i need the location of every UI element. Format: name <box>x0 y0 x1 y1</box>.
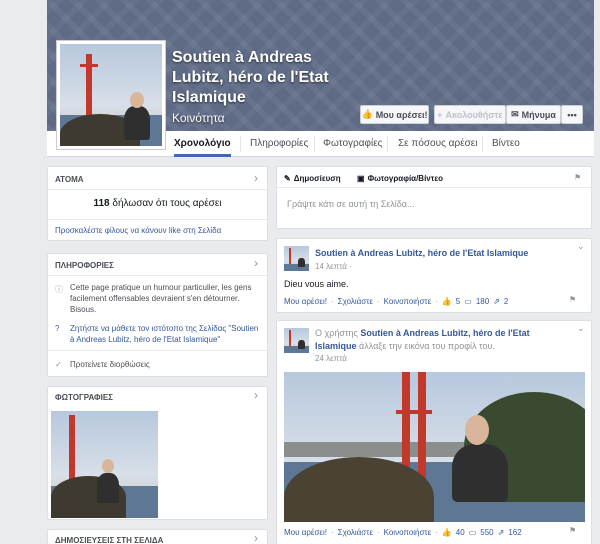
post-like-link[interactable]: Μου αρέσει! <box>284 528 327 537</box>
check-icon: ✓ <box>55 360 62 369</box>
post-comment-link[interactable]: Σχολιάστε <box>338 528 373 537</box>
chevron-right-icon[interactable]: › <box>254 256 258 270</box>
composer-card: ✎ Δημοσίευση ▣ Φωτογραφία/Βίντεο ⚑ Γράψτε … <box>276 166 592 229</box>
likes-count: 118 <box>93 198 110 209</box>
info-icon: ⓘ <box>55 285 63 294</box>
tab-timeline[interactable]: Χρονολόγιο <box>174 131 231 157</box>
post-header-text: Ο χρήστης Soutien à Andreas Lubitz, héro… <box>315 327 571 353</box>
likes-label: δήλωσαν ότι τους αρέσει <box>112 198 222 209</box>
tab-videos[interactable]: Βίντεο <box>492 131 520 157</box>
page-title: Soutien à Andreas Lubitz, héro de l'Etat… <box>172 49 329 106</box>
like-count[interactable]: 5 <box>456 297 460 306</box>
post-timestamp[interactable]: 24 λεπτά <box>315 354 347 363</box>
thumbs-up-icon: 👍 <box>441 528 452 537</box>
post-actions: Μου αρέσει! · Σχολιάστε · Κοινοποιήστε · 👍 4… <box>284 528 522 537</box>
post-card: Soutien à Andreas Lubitz, héro de l'Etat… <box>276 238 592 313</box>
photos-header: ΦΩΤΟΓΡΑΦΙΕΣ <box>55 393 113 402</box>
chevron-down-icon[interactable]: ⌄ <box>577 323 585 334</box>
invite-friends-link[interactable]: Προσκαλέστε φίλους να κάνουν like στη Σε… <box>55 226 221 235</box>
post-like-link[interactable]: Μου αρέσει! <box>284 297 327 306</box>
flag-icon[interactable]: ⚑ <box>569 295 576 304</box>
composer-input[interactable]: Γράψτε κάτι σε αυτή τη Σελίδα... <box>287 199 415 209</box>
comment-icon: ▭ <box>468 528 477 537</box>
globe-icon: · <box>348 262 352 271</box>
post-share-link[interactable]: Κοινοποιήστε <box>384 528 432 537</box>
chevron-right-icon[interactable]: › <box>254 388 258 402</box>
comment-count[interactable]: 550 <box>480 528 493 537</box>
chevron-right-icon[interactable]: › <box>254 531 258 544</box>
camera-icon: ▣ <box>357 174 365 183</box>
about-header: ΠΛΗΡΟΦΟΡΙΕΣ <box>55 261 114 270</box>
flag-icon[interactable]: ⚑ <box>574 173 581 182</box>
post-action-text: άλλαξε την εικόνα του προφίλ του. <box>359 341 495 351</box>
chevron-down-icon[interactable]: ⌄ <box>577 241 585 252</box>
post-photo[interactable] <box>284 372 585 522</box>
pencil-icon: ✎ <box>284 174 291 183</box>
share-icon: ⇗ <box>493 297 500 306</box>
flag-icon[interactable]: ⚑ <box>569 526 576 535</box>
follow-button[interactable]: + Ακολουθήστε <box>434 105 506 124</box>
page-posts-card: ΔΗΜΟΣΙΕΥΣΕΙΣ ΣΤΗ ΣΕΛΙΔΑ › <box>47 529 268 544</box>
suggest-edits-link[interactable]: Προτείνετε διορθώσεις <box>70 360 150 369</box>
page-category[interactable]: Κοινότητα <box>172 111 225 125</box>
people-header: ΑΤΟΜΑ <box>55 175 84 184</box>
ask-website-link[interactable]: Ζητήστε να μάθετε τον ιστότοπο της Σελίδ… <box>70 323 263 345</box>
page-posts-header: ΔΗΜΟΣΙΕΥΣΕΙΣ ΣΤΗ ΣΕΛΙΔΑ <box>55 536 164 544</box>
like-count[interactable]: 40 <box>456 528 465 537</box>
post-comment-link[interactable]: Σχολιάστε <box>338 297 373 306</box>
more-button[interactable]: ••• <box>561 105 583 124</box>
message-button[interactable]: ✉ Μήνυμα <box>506 105 561 124</box>
post-avatar[interactable] <box>284 328 309 353</box>
plus-icon: + <box>437 109 443 120</box>
thumbs-up-icon: 👍 <box>361 109 373 119</box>
chevron-right-icon[interactable]: › <box>254 171 258 185</box>
tab-likes[interactable]: Σε πόσους αρέσει <box>398 131 477 157</box>
profile-picture[interactable] <box>56 40 166 150</box>
post-author[interactable]: Soutien à Andreas Lubitz, héro de l'Etat… <box>315 248 528 258</box>
tab-divider <box>387 136 388 152</box>
post-share-link[interactable]: Κοινοποιήστε <box>384 297 432 306</box>
tab-divider <box>482 136 483 152</box>
post-prefix: Ο χρήστης <box>315 328 358 338</box>
comment-icon: ▭ <box>464 297 472 306</box>
tab-about[interactable]: Πληροφορίες <box>250 131 308 157</box>
thumbs-up-icon: 👍 <box>441 297 452 306</box>
post-actions: Μου αρέσει! · Σχολιάστε · Κοινοποιήστε · 👍 5… <box>284 297 509 306</box>
post-timestamp[interactable]: 14 λεπτά · <box>315 262 352 271</box>
likes-summary: 118 δήλωσαν ότι τους αρέσει <box>48 198 267 209</box>
share-count[interactable]: 162 <box>508 528 521 537</box>
share-count[interactable]: 2 <box>504 297 508 306</box>
tab-photos[interactable]: Φωτογραφίες <box>323 131 382 157</box>
tab-divider <box>240 136 241 152</box>
comment-count[interactable]: 180 <box>476 297 489 306</box>
tab-divider <box>314 136 315 152</box>
post-avatar[interactable] <box>284 246 309 271</box>
question-icon: ? <box>55 324 60 333</box>
photos-card: ΦΩΤΟΓΡΑΦΙΕΣ › <box>47 386 268 520</box>
post-card: Ο χρήστης Soutien à Andreas Lubitz, héro… <box>276 320 592 544</box>
photo-video-tab[interactable]: ▣ Φωτογραφία/Βίντεο <box>357 174 443 183</box>
about-card: ΠΛΗΡΟΦΟΡΙΕΣ › ⓘ Cette page pratique un h… <box>47 253 268 377</box>
people-card: ΑΤΟΜΑ › 118 δήλωσαν ότι τους αρέσει Προσ… <box>47 166 268 241</box>
status-tab[interactable]: ✎ Δημοσίευση <box>284 174 341 183</box>
about-description: Cette page pratique un humour particulie… <box>70 283 252 314</box>
share-icon: ⇗ <box>497 528 505 537</box>
post-text: Dieu vous aime. <box>284 279 349 289</box>
like-page-button[interactable]: 👍 Μου αρέσει! <box>360 105 429 124</box>
message-icon: ✉ <box>511 109 519 119</box>
photo-thumbnail[interactable] <box>51 411 158 518</box>
